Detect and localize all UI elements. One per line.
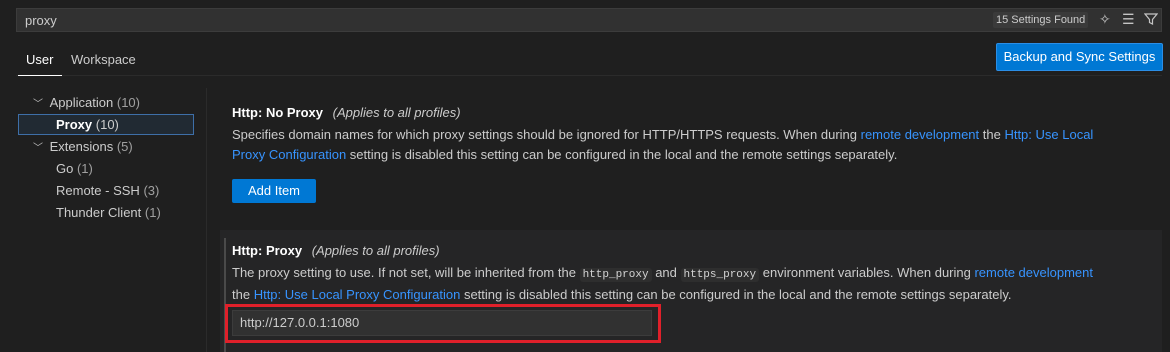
code-https-proxy: https_proxy [680, 268, 760, 282]
setting-scope: (Applies to all profiles) [311, 243, 440, 258]
setting-scope: (Applies to all profiles) [332, 105, 461, 120]
tree-item-proxy[interactable]: Proxy (10) [56, 117, 119, 132]
setting-category: Http: [232, 243, 266, 258]
tree-count: (1) [144, 205, 161, 220]
tree-label: Extensions [49, 139, 114, 154]
tree-count: (5) [116, 139, 133, 154]
desc-text: environment variables. When during [759, 265, 975, 280]
use-local-proxy-link[interactable]: Http: Use Local [1004, 127, 1093, 142]
setting-name: No Proxy [265, 105, 324, 120]
tree-count: (10) [116, 95, 140, 110]
backup-sync-button[interactable]: Backup and Sync Settings [996, 43, 1163, 71]
active-tab-indicator [18, 75, 62, 76]
tree-item-extensions[interactable]: ﹀ Extensions (5) [33, 139, 133, 154]
desc-text: Specifies domain names for which proxy s… [232, 127, 861, 142]
proxy-description: The proxy setting to use. If not set, wi… [232, 263, 1137, 305]
desc-text: setting is disabled this setting can be … [460, 287, 1012, 302]
highlight-annotation [225, 304, 661, 343]
tab-user[interactable]: User [26, 52, 53, 67]
desc-text: and [651, 265, 681, 280]
tree-count: (10) [95, 117, 119, 132]
no-proxy-title: Http: No Proxy (Applies to all profiles) [232, 105, 461, 120]
setting-category: Http: [232, 105, 266, 120]
results-count-badge: 15 Settings Found [993, 12, 1089, 28]
use-local-proxy-link[interactable]: Http: Use Local Proxy Configuration [254, 287, 461, 302]
desc-text: setting is disabled this setting can be … [346, 147, 898, 162]
setting-name: Proxy [265, 243, 303, 258]
tree-count: (3) [143, 183, 160, 198]
desc-text: the [232, 287, 254, 302]
add-item-button[interactable]: Add Item [232, 179, 316, 203]
no-proxy-description: Specifies domain names for which proxy s… [232, 125, 1137, 165]
remote-development-link[interactable]: remote development [861, 127, 980, 142]
chevron-down-icon: ﹀ [33, 143, 43, 154]
chevron-down-icon: ﹀ [33, 99, 43, 110]
tree-label: Go [56, 161, 74, 176]
filter-list-icon[interactable]: ☰ [1122, 11, 1135, 27]
tree-item-go[interactable]: Go (1) [56, 161, 93, 176]
code-http-proxy: http_proxy [579, 268, 652, 282]
search-query[interactable]: proxy [25, 13, 57, 28]
use-local-proxy-link[interactable]: Proxy Configuration [232, 147, 346, 162]
tree-label: Proxy [56, 117, 93, 132]
tree-count: (1) [76, 161, 93, 176]
search-input[interactable]: proxy [16, 8, 1162, 32]
tabs-divider [16, 75, 1162, 76]
remote-development-link[interactable]: remote development [974, 265, 1093, 280]
sparkle-icon[interactable]: ✧ [1099, 11, 1111, 27]
tree-item-thunder-client[interactable]: Thunder Client (1) [56, 205, 161, 220]
tree-item-remote-ssh[interactable]: Remote - SSH (3) [56, 183, 159, 198]
tree-label: Application [49, 95, 114, 110]
desc-text: The proxy setting to use. If not set, wi… [232, 265, 580, 280]
funnel-icon[interactable] [1144, 12, 1158, 26]
proxy-title: Http: Proxy (Applies to all profiles) [232, 243, 440, 258]
tab-workspace[interactable]: Workspace [71, 52, 136, 67]
tree-divider [206, 88, 207, 352]
tree-item-application[interactable]: ﹀ Application (10) [33, 95, 140, 110]
tree-label: Thunder Client [56, 205, 142, 220]
desc-text: the [979, 127, 1005, 142]
tree-label: Remote - SSH [56, 183, 140, 198]
